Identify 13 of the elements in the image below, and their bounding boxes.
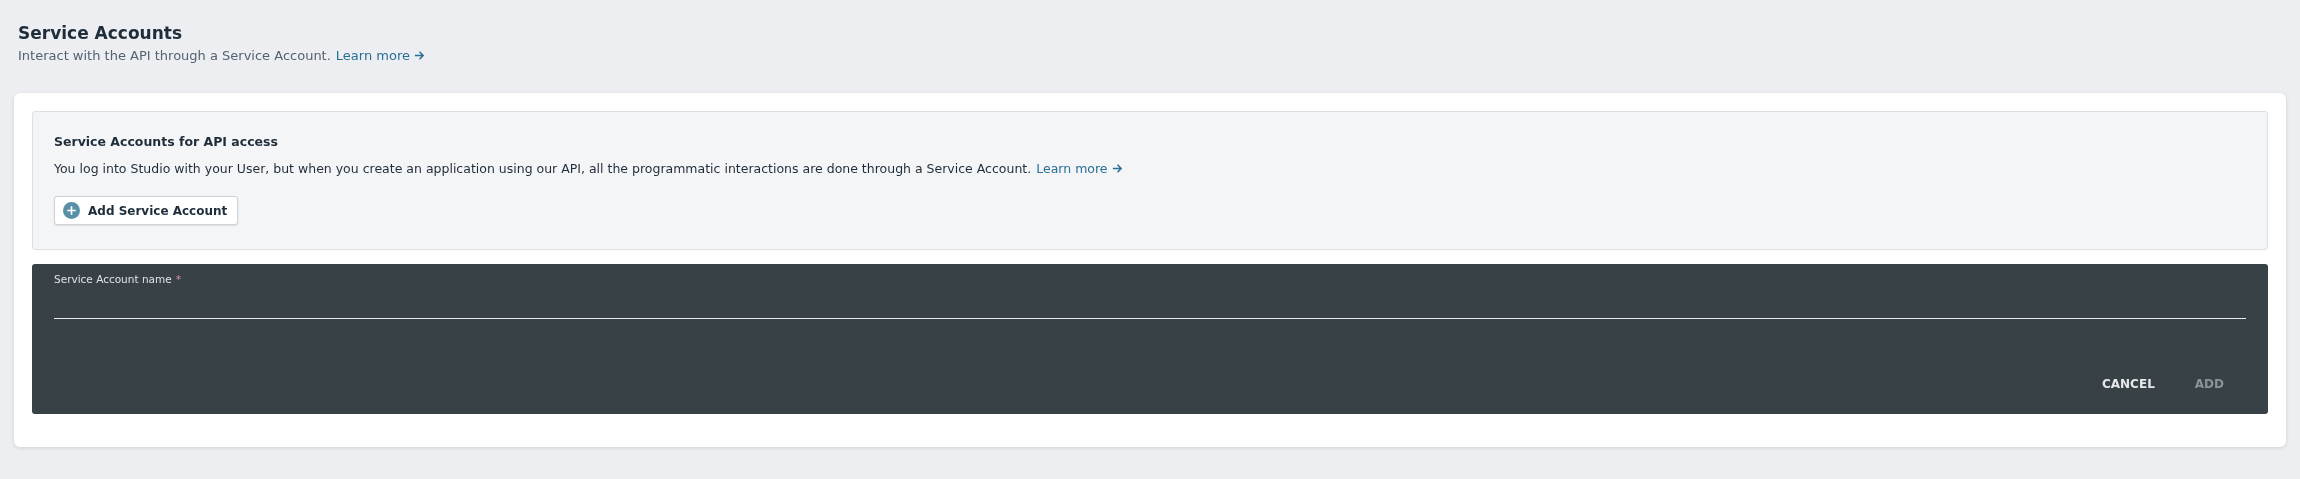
arrow-right-icon xyxy=(1111,163,1123,174)
panel-title: Service Accounts for API access xyxy=(54,134,279,149)
learn-more-link[interactable]: Learn more xyxy=(1036,161,1123,176)
page-title: Service Accounts xyxy=(18,22,184,44)
page-subtitle: Interact with the API through a Service Account. xyxy=(18,48,331,63)
plus-circle-icon xyxy=(63,202,80,219)
field-label: Service Account name xyxy=(54,273,172,285)
action-button[interactable]: CANCEL xyxy=(2092,371,2165,397)
learn-more-link[interactable]: Learn more xyxy=(335,48,425,63)
add-service-account-button[interactable]: Add Service Account xyxy=(54,196,239,225)
arrow-right-icon xyxy=(414,50,425,61)
panel-description: You log into Studio with your User, but when you create an application using our API, all the programmatic interactions are done through a Service Account. xyxy=(54,161,1032,176)
required-mark: * xyxy=(175,273,182,286)
